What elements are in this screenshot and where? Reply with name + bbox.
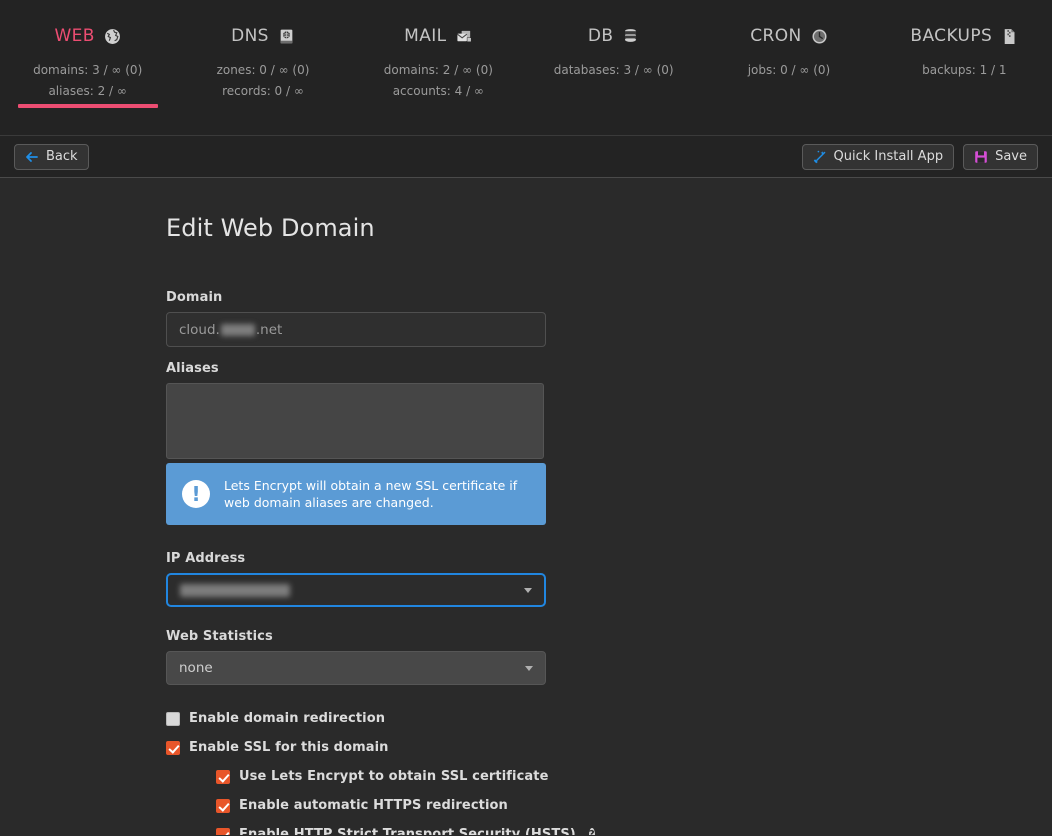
magic-wand-icon — [813, 150, 827, 164]
nav-divider — [0, 135, 1052, 136]
action-toolbar: Back Quick Install App Save — [0, 136, 1052, 178]
archive-file-icon — [1001, 28, 1018, 45]
nav-tab-cron-head: CRON — [701, 22, 876, 50]
checkbox-row-lets-encrypt[interactable]: Use Lets Encrypt to obtain SSL certifica… — [216, 769, 549, 784]
checkbox-row-enable-ssl[interactable]: Enable SSL for this domain — [166, 740, 546, 755]
nav-stat-line: databases: 3 / ∞ (0) — [553, 63, 674, 77]
top-navigation: WEB domains: 3 / ∞ (0) aliases: 2 / ∞ DN… — [0, 0, 1052, 136]
nav-tab-cron[interactable]: CRON jobs: 0 / ∞ (0) — [701, 22, 876, 87]
nav-tab-mail-label: MAIL — [404, 26, 447, 46]
checkbox-label-lets-encrypt: Use Lets Encrypt to obtain SSL certifica… — [239, 769, 549, 784]
nav-stat-line: accounts: 4 / ∞ — [392, 84, 484, 98]
aliases-textarea[interactable] — [166, 383, 544, 459]
floppy-disk-icon — [974, 150, 988, 164]
web-statistics-select[interactable]: none — [166, 651, 546, 685]
nav-tab-backups[interactable]: BACKUPS backups: 1 / 1 — [877, 22, 1052, 87]
nav-tab-mail-stats: domains: 2 / ∞ (0) accounts: 4 / ∞ — [351, 60, 526, 102]
nav-tab-db-stats: databases: 3 / ∞ (0) — [526, 60, 701, 81]
nav-tab-cron-stats: jobs: 0 / ∞ (0) — [701, 60, 876, 81]
checkbox-group: Enable domain redirection Enable SSL for… — [166, 711, 595, 835]
nav-stat-line: domains: 2 / ∞ (0) — [383, 63, 493, 77]
nav-tab-dns-label: DNS — [231, 26, 269, 46]
domain-value-prefix: cloud. — [179, 321, 220, 338]
checkbox-row-domain-redirection[interactable]: Enable domain redirection — [166, 711, 546, 726]
domain-value-redacted — [220, 323, 255, 336]
checkbox-row-https-redirection[interactable]: Enable automatic HTTPS redirection — [216, 798, 546, 813]
nav-stat-line: backups: 1 / 1 — [922, 63, 1007, 77]
nav-tab-web[interactable]: WEB domains: 3 / ∞ (0) aliases: 2 / ∞ — [0, 22, 175, 108]
database-icon — [622, 28, 639, 45]
checkbox-lets-encrypt[interactable] — [216, 769, 230, 784]
back-button-label: Back — [46, 149, 78, 164]
back-button[interactable]: Back — [14, 143, 89, 170]
nav-tab-cron-label: CRON — [750, 26, 802, 46]
ip-address-label: IP Address — [166, 551, 246, 566]
checkbox-enable-ssl[interactable] — [166, 740, 180, 755]
checkbox-label-https-redirection: Enable automatic HTTPS redirection — [239, 798, 508, 813]
letsencrypt-alert-text: Lets Encrypt will obtain a new SSL certi… — [224, 478, 518, 510]
globe-icon — [104, 28, 121, 45]
nav-stat-line: records: 0 / ∞ — [222, 84, 304, 98]
checkbox-label-hsts: Enable HTTP Strict Transport Security (H… — [239, 827, 576, 835]
page-title: Edit Web Domain — [166, 214, 375, 242]
help-icon[interactable]: ? — [588, 827, 595, 835]
checkbox-row-hsts[interactable]: Enable HTTP Strict Transport Security (H… — [216, 827, 595, 835]
nav-tab-mail[interactable]: MAIL domains: 2 / ∞ (0) accounts: 4 / ∞ — [351, 22, 526, 108]
aliases-label: Aliases — [166, 361, 219, 376]
nav-tab-web-head: WEB — [0, 22, 175, 50]
arrow-left-icon — [25, 150, 39, 164]
chevron-down-icon — [524, 587, 532, 593]
mail-envelope-icon — [456, 28, 473, 45]
nav-stat-line: zones: 0 / ∞ (0) — [216, 63, 310, 77]
nav-tab-dns-head: DNS — [175, 22, 350, 50]
nav-tab-db-label: DB — [587, 26, 614, 46]
active-tab-indicator — [17, 104, 158, 108]
nav-tab-mail-head: MAIL — [351, 22, 526, 50]
nav-stat-line: aliases: 2 / ∞ — [48, 84, 127, 98]
nav-tab-backups-head: BACKUPS — [877, 22, 1052, 50]
toolbar-right-group: Quick Install App Save — [801, 143, 1038, 170]
ip-address-value-redacted — [180, 583, 290, 597]
quick-install-app-button[interactable]: Quick Install App — [801, 143, 955, 170]
form-spacer — [166, 607, 546, 629]
save-button-label: Save — [995, 149, 1027, 164]
nav-stat-line: domains: 3 / ∞ (0) — [33, 63, 143, 77]
checkbox-label-domain-redirection: Enable domain redirection — [189, 711, 386, 726]
checkbox-hsts[interactable] — [216, 827, 230, 835]
nav-tab-db[interactable]: DB databases: 3 / ∞ (0) — [526, 22, 701, 87]
save-button[interactable]: Save — [963, 143, 1038, 170]
domain-label: Domain — [166, 290, 223, 305]
web-statistics-label: Web Statistics — [166, 629, 273, 644]
clock-icon — [811, 28, 828, 45]
dns-book-icon — [278, 28, 295, 45]
nav-tab-db-head: DB — [526, 22, 701, 50]
main-content: Edit Web Domain Domain cloud. .net Aliase… — [0, 178, 1052, 835]
nav-tab-dns-stats: zones: 0 / ∞ (0) records: 0 / ∞ — [175, 60, 350, 102]
ip-address-select[interactable] — [166, 573, 546, 607]
letsencrypt-alert: ! Lets Encrypt will obtain a new SSL cer… — [166, 463, 546, 525]
nav-tab-web-label: WEB — [54, 26, 95, 46]
quick-install-app-label: Quick Install App — [833, 149, 944, 164]
nav-tab-backups-stats: backups: 1 / 1 — [877, 60, 1052, 81]
nav-tab-dns[interactable]: DNS zones: 0 / ∞ (0) records: 0 / ∞ — [175, 22, 350, 108]
domain-input[interactable]: cloud. .net — [166, 312, 546, 347]
chevron-down-icon — [525, 665, 533, 671]
exclamation-circle-icon: ! — [182, 480, 210, 508]
checkbox-https-redirection[interactable] — [216, 798, 230, 813]
nav-tab-backups-label: BACKUPS — [910, 26, 993, 46]
edit-web-domain-form: Edit Web Domain Domain cloud. .net Aliase… — [166, 178, 595, 835]
checkbox-label-enable-ssl: Enable SSL for this domain — [189, 740, 389, 755]
domain-value-suffix: .net — [255, 321, 283, 338]
web-statistics-value: none — [179, 660, 213, 676]
nav-tab-web-stats: domains: 3 / ∞ (0) aliases: 2 / ∞ — [0, 60, 175, 102]
checkbox-domain-redirection[interactable] — [166, 711, 180, 726]
nav-stat-line: jobs: 0 / ∞ (0) — [747, 63, 831, 77]
